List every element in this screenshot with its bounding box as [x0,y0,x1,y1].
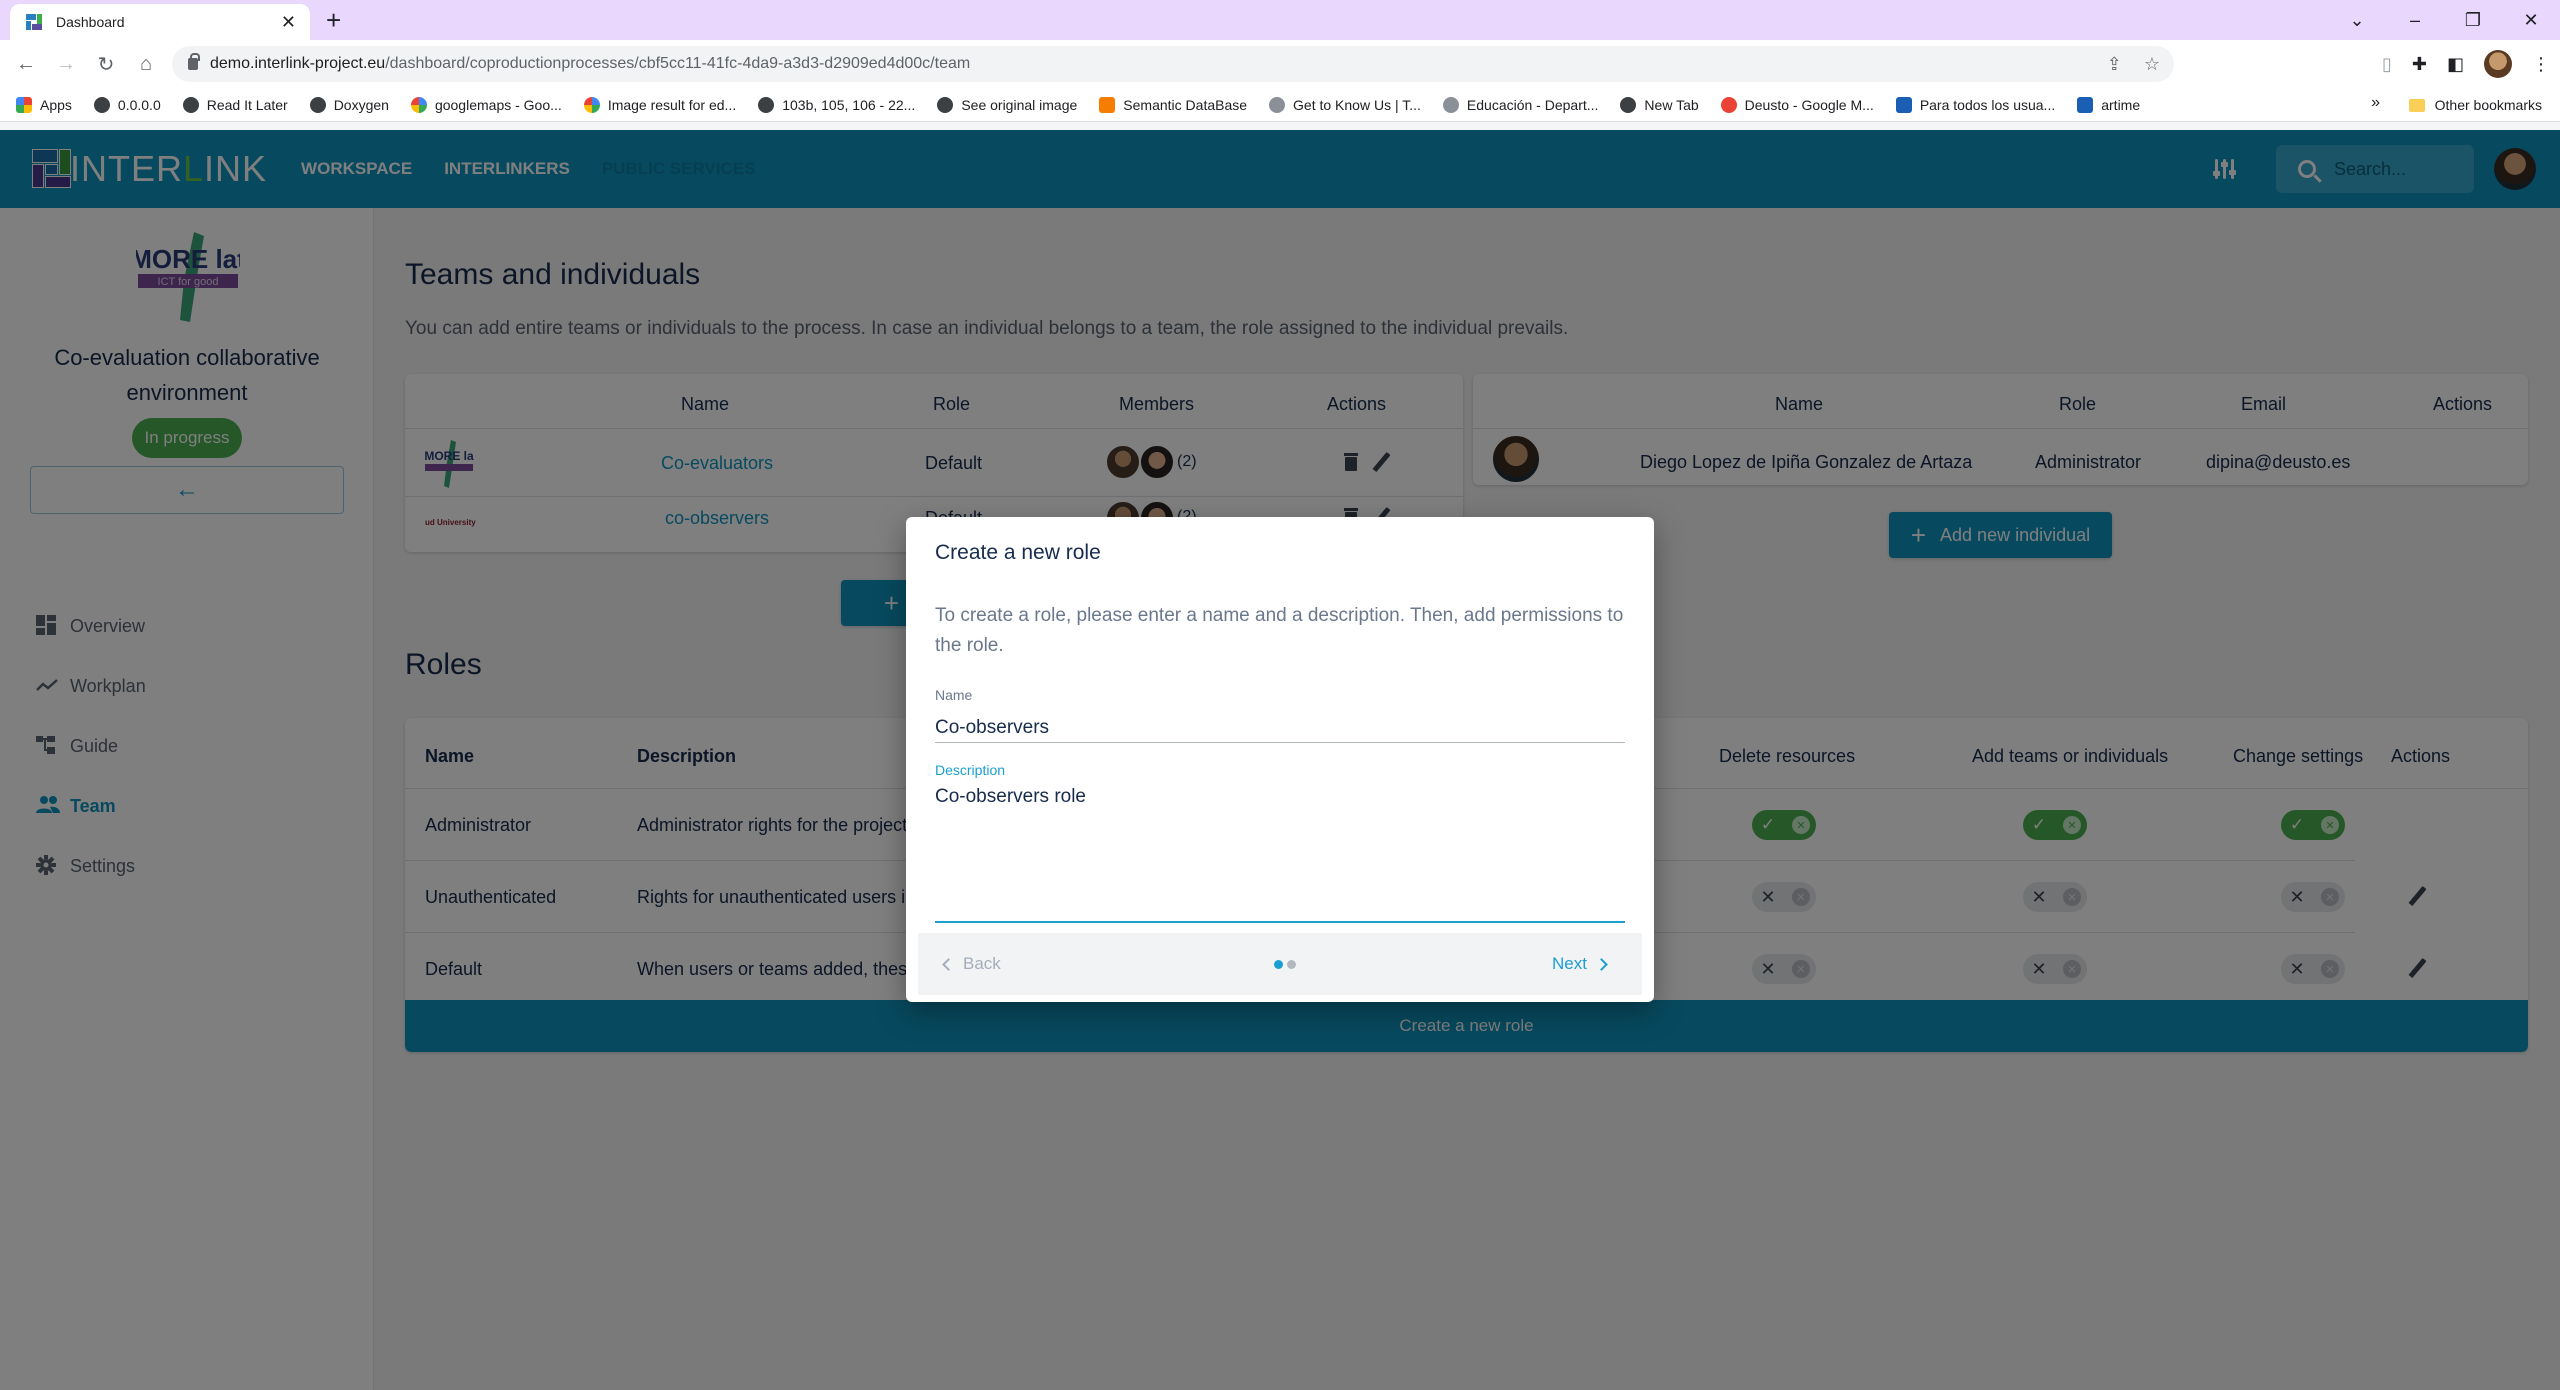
extensions-puzzle-icon[interactable]: ✚ [2412,54,2427,75]
bookmark-star-icon[interactable]: ☆ [2144,54,2160,75]
lock-icon [188,53,200,70]
bookmark-item[interactable]: Deusto - Google M... [1720,96,1874,113]
deusto-icon [2077,96,2094,113]
bookmark-item[interactable]: New Tab [1620,96,1699,113]
bookmark-item[interactable]: Get to Know Us | T... [1269,96,1421,113]
bookmark-label: Para todos los usua... [1919,96,2056,113]
bookmark-label: Read It Later [206,96,288,113]
bookmark-label: Doxygen [333,96,389,113]
globe-icon [758,96,775,113]
address-bar[interactable]: demo.interlink-project.eu/dashboard/copr… [172,46,2174,82]
new-tab-button[interactable]: + [326,6,341,34]
create-role-dialog: Create a new role To create a role, plea… [906,517,1654,1002]
dialog-title: Create a new role [935,541,1101,564]
address-row: ← → ↻ ⌂ demo.interlink-project.eu/dashbo… [0,40,2560,88]
bookmarks-bar: Apps 0.0.0.0 Read It Later Doxygen googlemap… [0,88,2560,122]
interlink-favicon-icon [26,14,42,30]
other-bookmarks[interactable]: Other bookmarks [2408,88,2542,122]
step-dot [1274,959,1283,969]
reading-mode-icon[interactable]: ▯ [2382,54,2392,75]
globe-icon [937,96,954,113]
deusto-icon [1895,96,1912,113]
name-label: Name [935,687,973,703]
forward-nav-icon[interactable]: → [46,53,86,76]
bookmark-label: Deusto - Google M... [1744,96,1874,113]
bookmark-label: Image result for ed... [607,96,737,113]
globe-icon [1620,96,1637,113]
bookmark-label: Apps [40,96,72,113]
bookmark-label: New Tab [1644,96,1699,113]
maps-pin-icon [1720,96,1737,113]
bookmark-item[interactable]: artime [2077,96,2141,113]
bookmark-label: artime [2101,96,2141,113]
profile-avatar[interactable] [2484,50,2512,78]
url-host: demo.interlink-project.eu [210,55,386,72]
dialog-stepper: Back Next [918,933,1642,995]
close-tab-icon[interactable]: ✕ [281,12,296,33]
bookmark-item[interactable]: 0.0.0.0 [93,96,161,113]
globe-icon [182,96,199,113]
bookmark-item[interactable]: See original image [937,96,1078,113]
bookmark-label: See original image [961,96,1078,113]
bookmark-item[interactable]: Educación - Depart... [1442,96,1599,113]
bookmarks-overflow-button[interactable]: » [2371,94,2380,112]
back-nav-icon[interactable]: ← [6,53,46,76]
bookmark-item[interactable]: Image result for ed... [583,96,737,113]
bookmark-item[interactable]: Read It Later [182,96,288,113]
back-step-button[interactable]: Back [942,954,1001,974]
reload-icon[interactable]: ↻ [86,52,126,77]
next-step-button[interactable]: Next [1552,954,1608,974]
chevron-left-icon [942,957,955,971]
share-icon[interactable]: ⇪ [2107,54,2122,75]
restore-icon[interactable]: ❐ [2444,10,2502,31]
bookmark-item[interactable]: Doxygen [309,96,389,113]
chevron-right-icon [1595,957,1608,971]
role-name-input[interactable] [935,713,1625,743]
bookmark-label: 103b, 105, 106 - 22... [782,96,916,113]
tab-search-icon[interactable]: ⌄ [2328,10,2386,31]
site-icon [1442,96,1459,113]
browser-menu-icon[interactable]: ⋮ [2532,54,2550,75]
step-dot [1287,959,1296,969]
description-label: Description [935,762,1006,778]
google-icon [410,96,427,113]
bookmark-item[interactable]: Apps [16,96,72,113]
step-indicator [1274,959,1296,969]
browser-tab[interactable]: Dashboard ✕ [10,4,310,40]
role-description-input[interactable]: Co-observers role [935,781,1625,923]
bookmark-item[interactable]: Semantic DataBase [1099,96,1248,113]
dialog-instructions: To create a role, please enter a name an… [935,605,1624,656]
bookmark-label: Get to Know Us | T... [1293,96,1421,113]
google-icon [583,96,600,113]
apps-grid-icon [16,96,32,113]
bookmark-item[interactable]: 103b, 105, 106 - 22... [758,96,916,113]
other-bookmarks-label: Other bookmarks [2434,97,2542,113]
url-text[interactable]: demo.interlink-project.eu/dashboard/copr… [210,55,970,73]
close-window-icon[interactable]: ✕ [2502,10,2560,31]
browser-tab-bar: Dashboard ✕ + ⌄ – ❐ ✕ [0,0,2560,40]
bookmark-label: googlemaps - Goo... [434,96,562,113]
home-icon[interactable]: ⌂ [126,53,166,76]
url-path: /dashboard/coproductionprocesses/cbf5cc1… [385,55,971,72]
side-panel-icon[interactable]: ◧ [2447,54,2464,75]
bookmark-label: 0.0.0.0 [117,96,161,113]
bookmark-label: Educación - Depart... [1466,96,1599,113]
globe-icon [93,96,110,113]
blogger-icon [1099,96,1116,113]
globe-icon [309,96,326,113]
site-icon [1269,96,1286,113]
bookmark-item[interactable]: googlemaps - Goo... [410,96,562,113]
tab-title: Dashboard [56,14,125,30]
bookmark-label: Semantic DataBase [1123,96,1248,113]
bookmark-item[interactable]: Para todos los usua... [1895,96,2056,113]
minimize-icon[interactable]: – [2386,10,2444,31]
folder-icon [2408,98,2425,112]
